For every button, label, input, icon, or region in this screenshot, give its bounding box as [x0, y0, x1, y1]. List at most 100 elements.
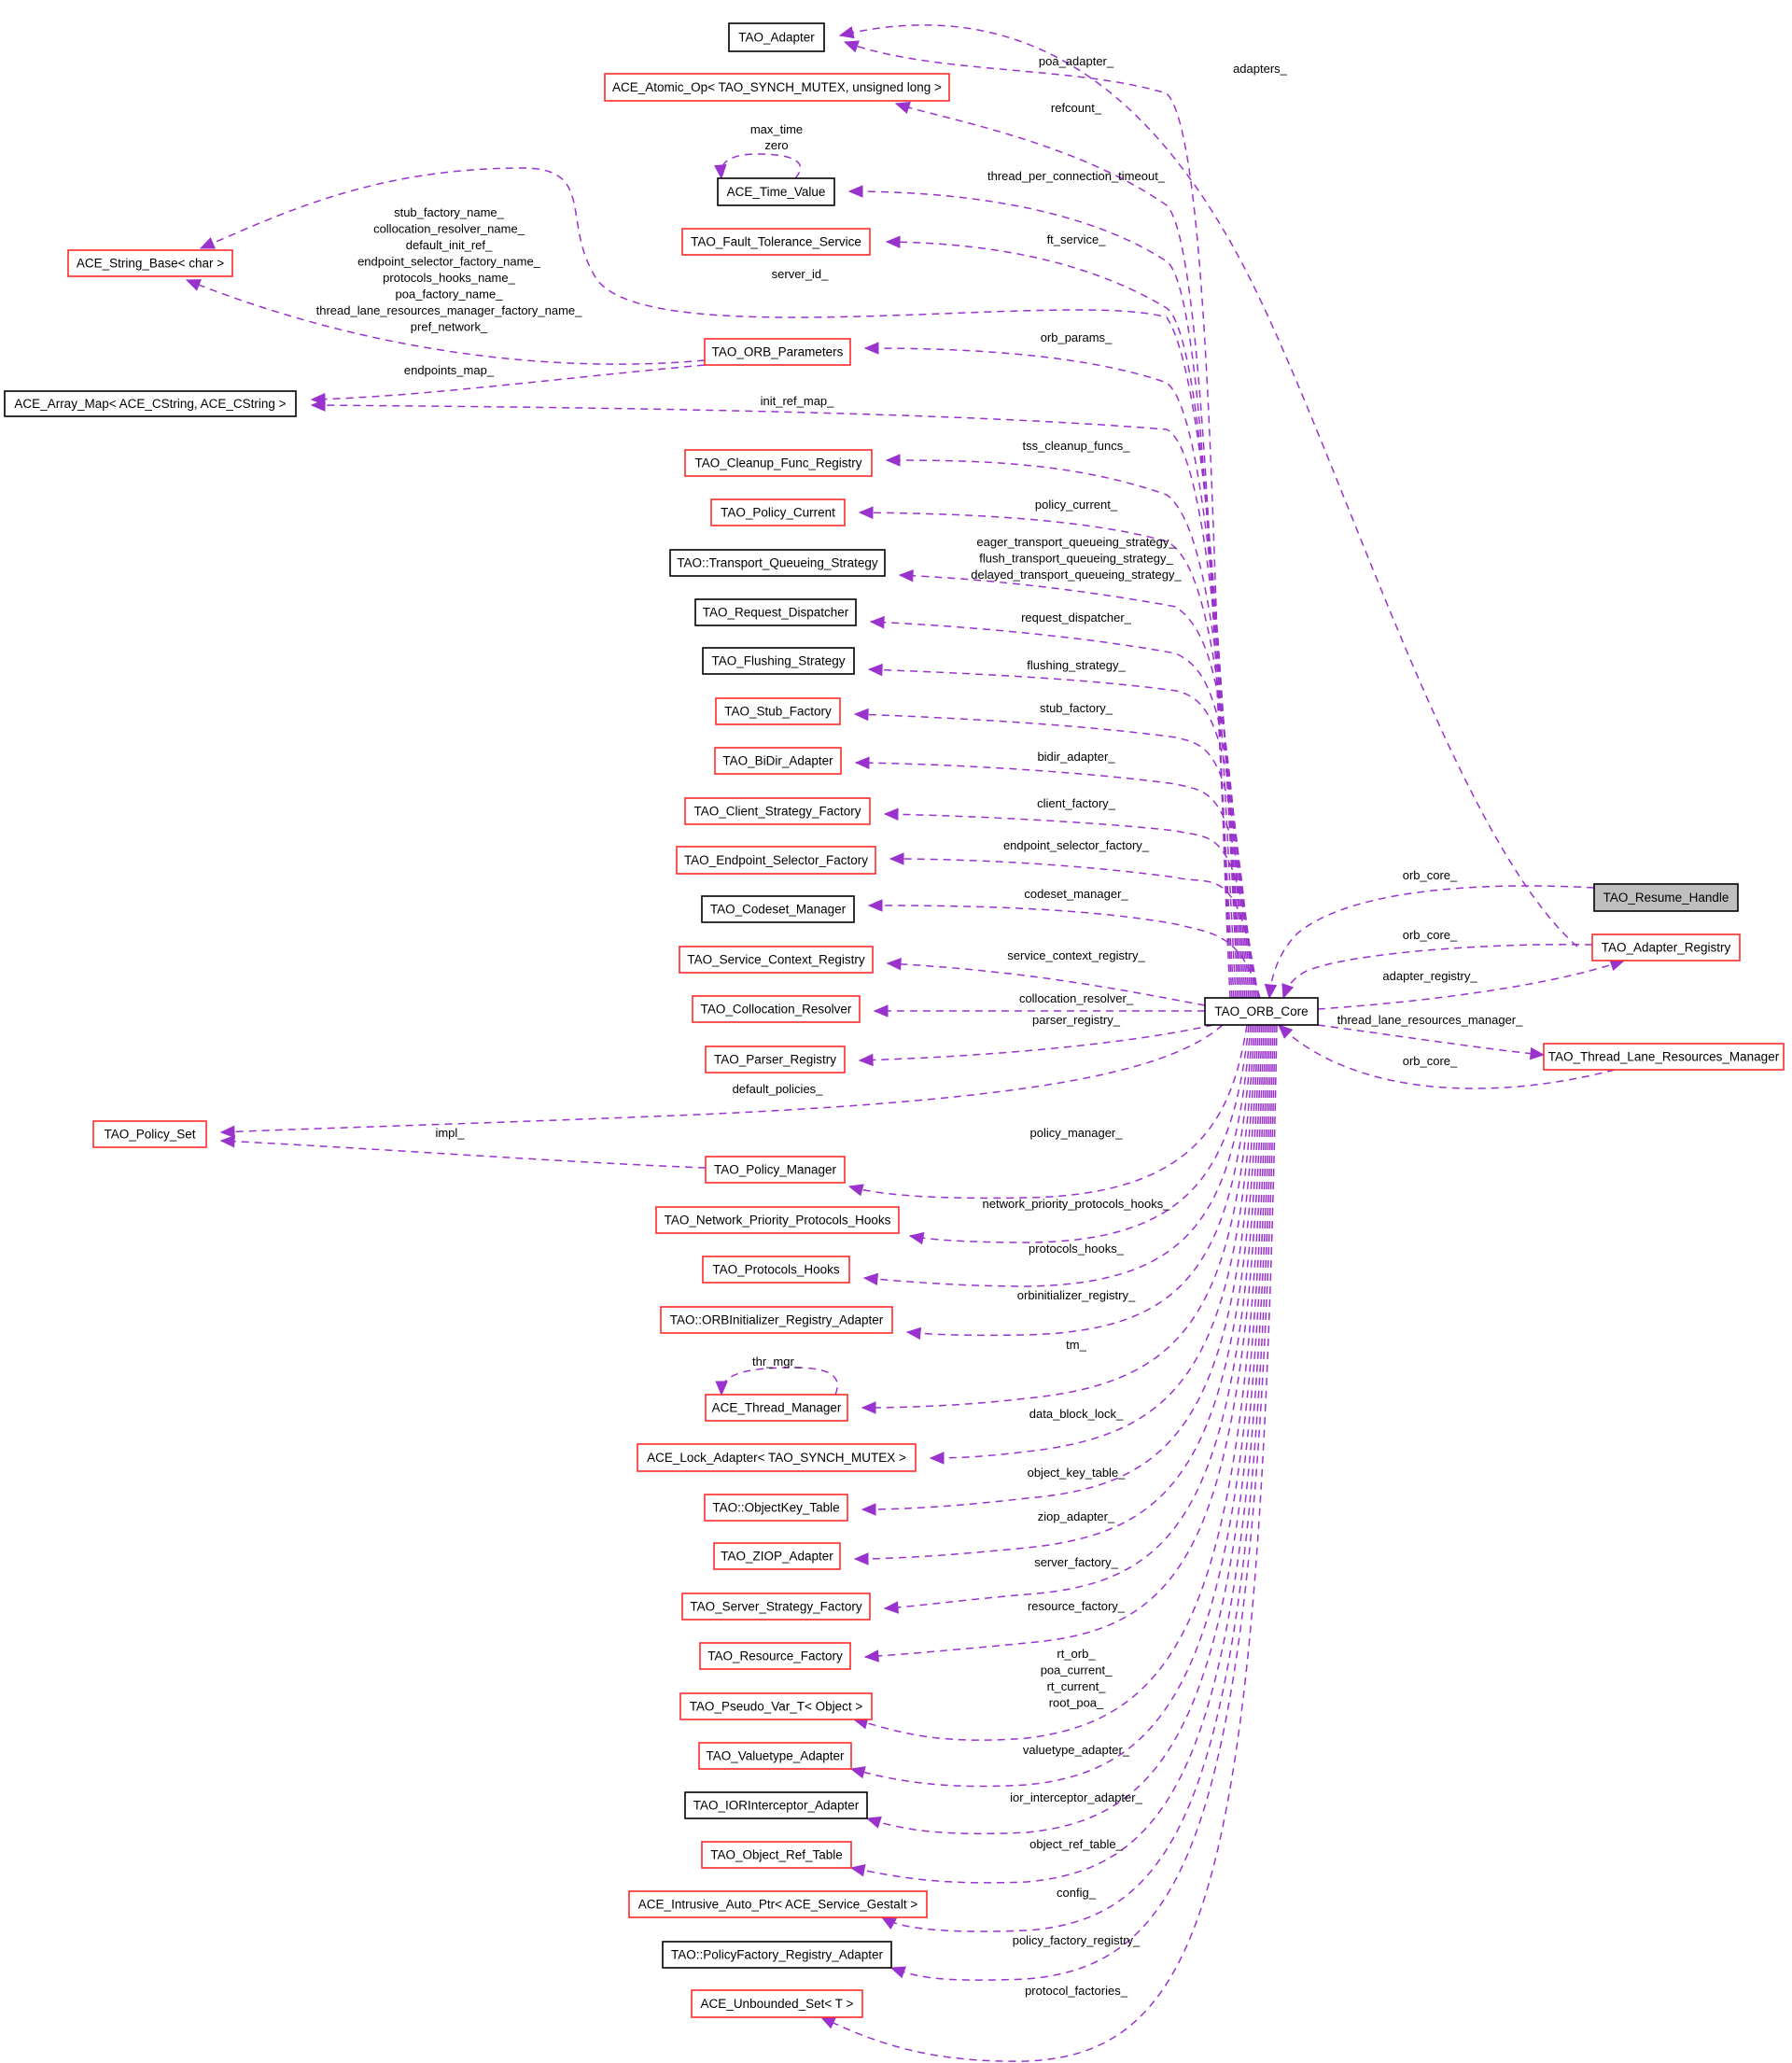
class-node-tao-parser-registry[interactable]: TAO_Parser_Registry	[705, 1046, 846, 1074]
edge-label: thread_per_connection_timeout_	[987, 169, 1166, 183]
class-node-tao-fault-tolerance-service[interactable]: TAO_Fault_Tolerance_Service	[681, 228, 871, 256]
edge-label: thr_mgr_	[752, 1354, 802, 1368]
class-node-ace-intrusive-auto-ptr[interactable]: ACE_Intrusive_Auto_Ptr< ACE_Service_Gest…	[628, 1890, 928, 1918]
edge-tao-orb-core-to-tao-client-strategy-factory	[883, 807, 1257, 999]
arrowhead-icon	[843, 40, 860, 53]
edge-label: delayed_transport_queueing_strategy_	[971, 568, 1182, 582]
edge-label: orb_core_	[1403, 868, 1458, 882]
edge-tao-orb-core-to-tao-server-strategy-factory	[883, 1024, 1263, 1614]
edge-label: thread_lane_resources_manager_	[1337, 1013, 1524, 1027]
edge-tao-orb-core-to-tao-policy-set	[219, 1024, 1224, 1139]
class-node-tao-policyfactory-registry-adapter[interactable]: TAO::PolicyFactory_Registry_Adapter	[662, 1941, 892, 1969]
class-node-tao-flushing-strategy[interactable]: TAO_Flushing_Strategy	[702, 647, 855, 675]
arrowhead-icon	[858, 506, 874, 519]
edge-label: init_ref_map_	[761, 394, 835, 408]
edge-label: default_init_ref_	[406, 238, 493, 252]
class-node-tao-ziop-adapter[interactable]: TAO_ZIOP_Adapter	[713, 1542, 841, 1570]
arrowhead-icon	[885, 454, 901, 467]
node-label: TAO_Policy_Set	[104, 1128, 195, 1142]
arrowhead-icon	[883, 807, 899, 821]
class-node-tao-object-ref-table[interactable]: TAO_Object_Ref_Table	[701, 1841, 852, 1869]
edge-ace-thread-manager-to-ace-thread-manager	[715, 1367, 838, 1396]
class-node-tao-stub-factory[interactable]: TAO_Stub_Factory	[715, 697, 841, 725]
class-node-ace-atomic-op[interactable]: ACE_Atomic_Op< TAO_SYNCH_MUTEX, unsigned…	[604, 73, 950, 102]
edge-labels-layer: adapters_ poa_adapter_ refcount_ max_timeze…	[316, 54, 1524, 1998]
arrowhead-icon	[889, 852, 904, 865]
edge-label: server_factory_	[1034, 1555, 1118, 1569]
class-node-tao-policy-manager[interactable]: TAO_Policy_Manager	[705, 1156, 846, 1184]
edge-line	[220, 1140, 707, 1169]
class-node-tao-client-strategy-factory[interactable]: TAO_Client_Strategy_Factory	[684, 797, 871, 825]
class-node-ace-string-base[interactable]: ACE_String_Base< char >	[67, 249, 233, 277]
edge-label: policy_manager_	[1029, 1126, 1123, 1140]
edge-tao-orb-core-to-tao-iorinterceptor-adapter	[865, 1024, 1270, 1835]
edge-line	[721, 1367, 838, 1396]
class-node-tao-orbinitializer-registry-adapter[interactable]: TAO::ORBInitializer_Registry_Adapter	[660, 1306, 893, 1334]
class-node-tao-adapter-registry[interactable]: TAO_Adapter_Registry	[1591, 933, 1741, 961]
edge-line	[848, 190, 1235, 999]
edge-label: client_factory_	[1037, 796, 1116, 810]
class-node-ace-lock-adapter[interactable]: ACE_Lock_Adapter< TAO_SYNCH_MUTEX >	[637, 1443, 917, 1472]
class-node-tao-service-context-registry[interactable]: TAO_Service_Context_Registry	[679, 946, 874, 974]
edge-label: codeset_manager_	[1024, 887, 1128, 901]
class-node-tao-transport-queueing-strategy[interactable]: TAO::Transport_Queueing_Strategy	[669, 549, 886, 577]
class-node-tao-policy-set[interactable]: TAO_Policy_Set	[92, 1120, 207, 1148]
class-node-tao-resume-handle[interactable]: TAO_Resume_Handle	[1593, 883, 1739, 912]
class-node-tao-policy-current[interactable]: TAO_Policy_Current	[710, 498, 846, 526]
class-node-tao-orb-core[interactable]: TAO_ORB_Core	[1204, 997, 1319, 1026]
edge-label: root_poa_	[1049, 1696, 1104, 1710]
edge-label: thread_lane_resources_manager_factory_na…	[316, 303, 583, 317]
node-label: TAO_Endpoint_Selector_Factory	[684, 853, 868, 867]
edge-tao-orb-parameters-to-ace-array-map	[310, 364, 706, 406]
class-node-tao-codeset-manager[interactable]: TAO_Codeset_Manager	[701, 895, 855, 923]
arrowhead-icon	[219, 1125, 235, 1139]
arrowhead-icon	[929, 1452, 945, 1465]
node-label: ACE_Lock_Adapter< TAO_SYNCH_MUTEX >	[647, 1451, 906, 1465]
class-node-tao-collocation-resolver[interactable]: TAO_Collocation_Resolver	[692, 995, 861, 1023]
class-node-tao-orb-parameters[interactable]: TAO_ORB_Parameters	[704, 338, 851, 366]
arrowhead-icon	[905, 1326, 922, 1340]
class-node-tao-cleanup-func-registry[interactable]: TAO_Cleanup_Func_Registry	[684, 449, 873, 477]
edge-label: protocols_hooks_	[1029, 1242, 1125, 1256]
class-node-ace-unbounded-set[interactable]: ACE_Unbounded_Set< T >	[691, 1989, 863, 2018]
class-node-tao-network-priority-protocols-hooks[interactable]: TAO_Network_Priority_Protocols_Hooks	[655, 1206, 900, 1234]
edge-line	[1317, 1024, 1545, 1056]
class-node-tao-thread-lane-resources-manager[interactable]: TAO_Thread_Lane_Resources_Manager	[1543, 1043, 1785, 1071]
class-node-tao-server-strategy-factory[interactable]: TAO_Server_Strategy_Factory	[681, 1593, 871, 1621]
class-node-ace-array-map[interactable]: ACE_Array_Map< ACE_CString, ACE_CString …	[4, 390, 297, 417]
edge-label: ziop_adapter_	[1038, 1509, 1115, 1523]
edge-line	[848, 1024, 1248, 1200]
class-node-tao-protocols-hooks[interactable]: TAO_Protocols_Hooks	[702, 1256, 850, 1284]
arrowhead-icon	[858, 1053, 874, 1067]
class-node-tao-pseudo-var-t[interactable]: TAO_Pseudo_Var_T< Object >	[679, 1692, 873, 1720]
edge-tao-policy-manager-to-tao-policy-set	[219, 1134, 707, 1169]
edge-label: object_ref_table_	[1029, 1837, 1124, 1851]
class-node-tao-adapter[interactable]: TAO_Adapter	[728, 22, 825, 52]
class-node-tao-resource-factory[interactable]: TAO_Resource_Factory	[699, 1642, 851, 1670]
edge-label: poa_current_	[1041, 1663, 1113, 1677]
class-node-tao-iorinterceptor-adapter[interactable]: TAO_IORInterceptor_Adapter	[684, 1791, 868, 1819]
class-node-ace-thread-manager[interactable]: ACE_Thread_Manager	[705, 1394, 848, 1422]
class-node-tao-valuetype-adapter[interactable]: TAO_Valuetype_Adapter	[698, 1742, 852, 1770]
node-label: TAO_Adapter	[738, 31, 815, 45]
node-label: TAO_Service_Context_Registry	[687, 953, 865, 967]
edge-label: stub_factory_	[1040, 701, 1113, 715]
class-node-tao-bidir-adapter[interactable]: TAO_BiDir_Adapter	[714, 747, 842, 775]
edge-line	[311, 364, 706, 400]
node-label: TAO_Client_Strategy_Factory	[693, 805, 861, 819]
edge-label: service_context_registry_	[1007, 948, 1145, 962]
arrowhead-icon	[873, 1004, 889, 1017]
edge-line	[866, 1024, 1270, 1835]
node-label: ACE_Time_Value	[727, 185, 826, 199]
class-node-tao-endpoint-selector-factory[interactable]: TAO_Endpoint_Selector_Factory	[676, 846, 876, 875]
edge-label: orbinitializer_registry_	[1017, 1288, 1136, 1302]
edge-tao-orb-core-to-ace-time-value	[847, 185, 1235, 999]
arrowhead-icon	[885, 235, 901, 248]
class-node-ace-time-value[interactable]: ACE_Time_Value	[717, 177, 835, 206]
class-node-tao-objectkey-table[interactable]: TAO::ObjectKey_Table	[704, 1494, 848, 1522]
node-label: TAO_Collocation_Resolver	[701, 1003, 852, 1017]
node-label: TAO_Thread_Lane_Resources_Manager	[1548, 1050, 1780, 1064]
edge-line	[720, 153, 802, 179]
edge-line	[899, 574, 1248, 999]
class-node-tao-request-dispatcher[interactable]: TAO_Request_Dispatcher	[694, 598, 857, 626]
